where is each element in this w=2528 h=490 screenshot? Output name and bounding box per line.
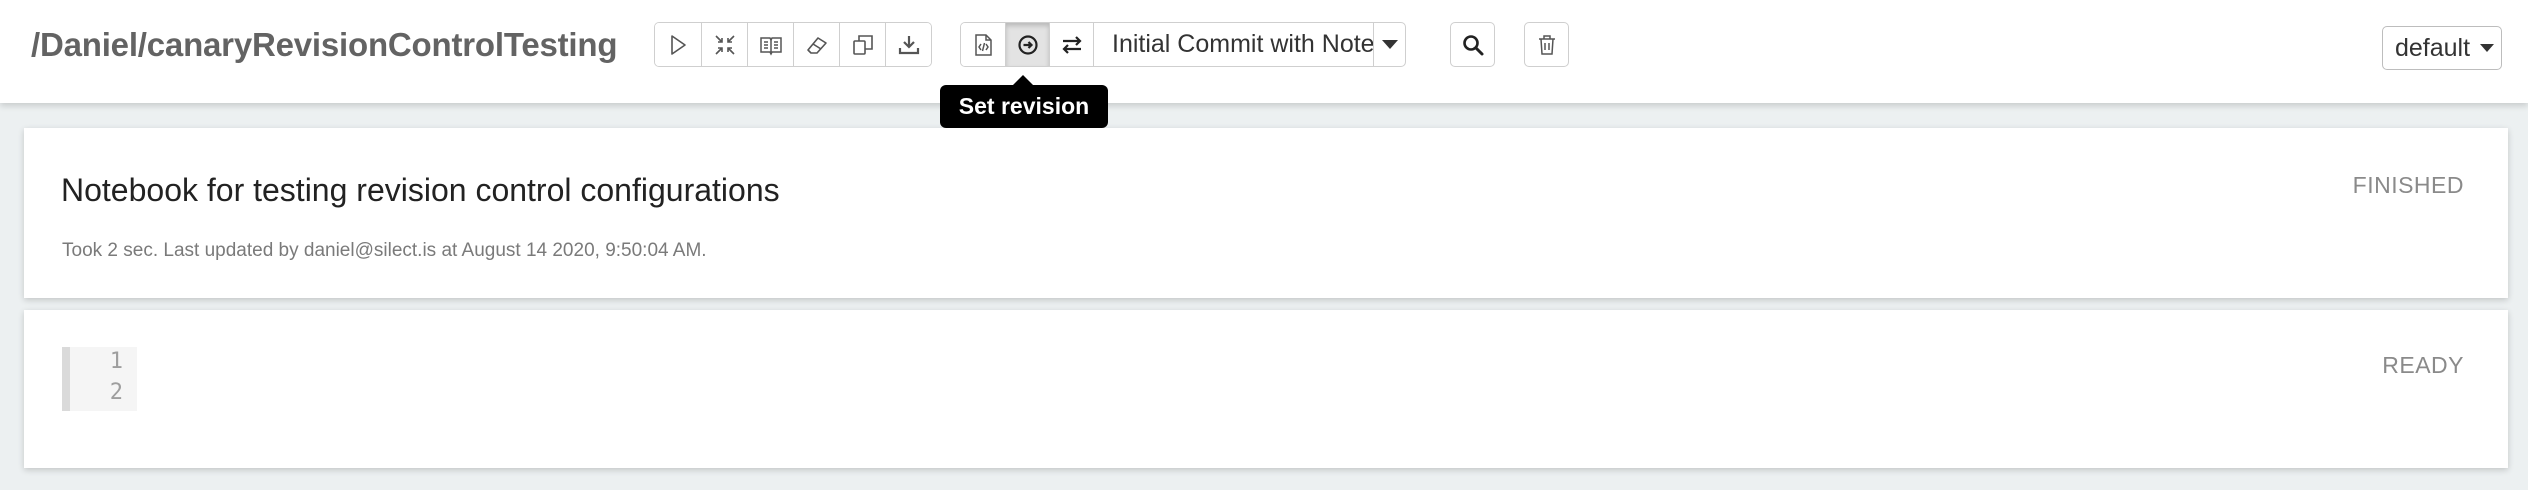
paragraph-status: READY: [2382, 352, 2464, 378]
search-code-button[interactable]: [1450, 22, 1495, 67]
clone-notebook-button[interactable]: [839, 23, 885, 66]
clear-output-button[interactable]: [793, 23, 839, 66]
set-revision-tooltip: Set revision: [940, 85, 1108, 128]
clone-icon: [852, 34, 873, 55]
hide-output-icon: [759, 36, 782, 56]
interpreter-binding-dropdown[interactable]: default: [2382, 26, 2502, 70]
paragraph[interactable]: Notebook for testing revision control co…: [24, 128, 2508, 298]
hide-code-icon: [714, 34, 735, 55]
set-revision-icon: [1017, 34, 1038, 55]
version-control-button[interactable]: [961, 23, 1005, 66]
remove-notebook-button[interactable]: [1524, 22, 1569, 67]
trash-icon: [1538, 34, 1555, 55]
code-editor[interactable]: 1 2: [62, 347, 137, 411]
paragraph-footer: Took 2 sec. Last updated by daniel@silec…: [62, 240, 707, 261]
revision-dropdown-label[interactable]: Initial Commit with Note: [1093, 23, 1375, 66]
compare-revisions-icon: [1061, 35, 1082, 54]
paragraph-status: FINISHED: [2352, 172, 2464, 198]
search-icon: [1462, 34, 1483, 55]
line-number: 1: [109, 349, 123, 374]
interpreter-binding-label: default: [2395, 33, 2471, 62]
clear-output-icon: [806, 36, 827, 54]
revision-dropdown-toggle[interactable]: [1373, 23, 1405, 66]
hide-output-button[interactable]: [747, 23, 793, 66]
paragraph-title[interactable]: Notebook for testing revision control co…: [61, 172, 780, 209]
run-all-button[interactable]: [655, 23, 701, 66]
chevron-down-icon: [2480, 44, 2495, 52]
export-notebook-button[interactable]: [885, 23, 931, 66]
notebook-title[interactable]: /Daniel/canaryRevisionControlTesting: [31, 26, 618, 64]
tooltip-arrow: [1013, 75, 1033, 85]
hide-code-button[interactable]: [701, 23, 747, 66]
line-number: 2: [109, 380, 123, 405]
notebook-actions-toolbar: [654, 22, 932, 67]
export-icon: [898, 35, 919, 54]
paragraph[interactable]: 1 2 READY: [24, 310, 2508, 468]
notebook-header: /Daniel/canaryRevisionControlTesting Ini…: [0, 0, 2528, 103]
set-revision-button[interactable]: [1005, 23, 1049, 66]
revision-control-toolbar: Initial Commit with Note: [960, 22, 1406, 67]
compare-revisions-button[interactable]: [1049, 23, 1093, 66]
chevron-down-icon: [1381, 40, 1398, 49]
version-control-icon: [975, 33, 992, 56]
run-all-icon: [671, 34, 686, 55]
